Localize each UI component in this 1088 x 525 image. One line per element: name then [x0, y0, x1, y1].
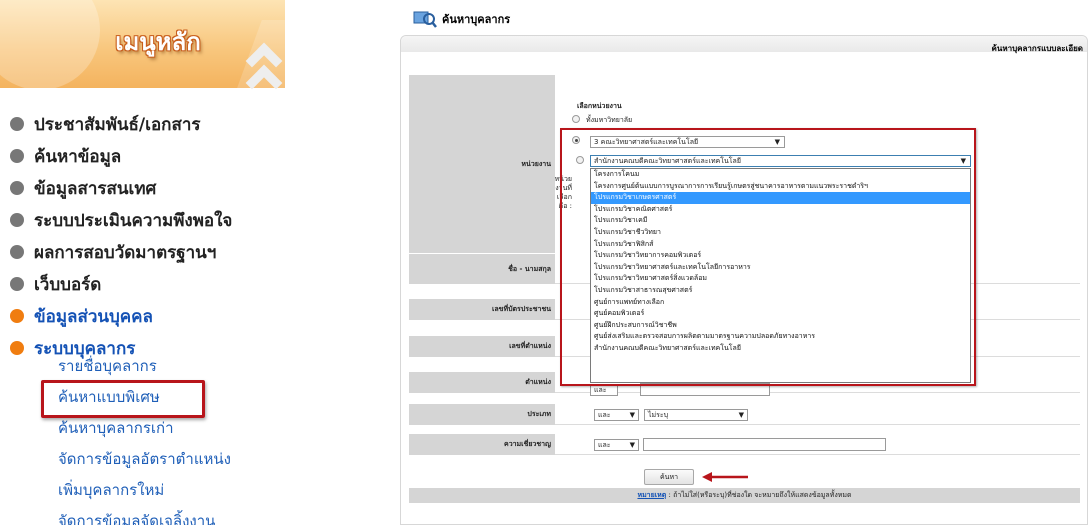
- citizen-id-label: เลขที่บัตรประชาชน: [409, 299, 555, 320]
- expertise-operator-select[interactable]: และ ▼: [594, 439, 639, 451]
- submenu-item-label: รายชื่อบุคลากร: [58, 356, 157, 375]
- expertise-input[interactable]: [643, 438, 886, 451]
- position-number-label: เลขที่ตำแหน่ง: [409, 336, 555, 357]
- menu-banner: เมนูหลัก: [0, 0, 285, 88]
- type-label: ประเภท: [409, 404, 555, 425]
- menu-item-webboard[interactable]: เว็บบอร์ด: [0, 268, 285, 300]
- annotation-arrow-icon: [702, 472, 748, 482]
- submenu-item-label: ค้นหาบุคลากรเก่า: [58, 418, 174, 437]
- menu-item-label: เว็บบอร์ด: [34, 274, 102, 295]
- menu-banner-title: เมนูหลัก: [115, 28, 201, 56]
- submenu-item-position-rates[interactable]: จัดการข้อมูลอัตราตำแหน่ง: [0, 443, 285, 474]
- bullet-icon: [10, 181, 24, 195]
- detailed-search-link[interactable]: ค้นหาบุคลากรแบบละเอียด: [992, 42, 1083, 55]
- radio-all-university[interactable]: [572, 115, 580, 123]
- annotation-highlight-box: [41, 380, 205, 418]
- menu-item-label: ผลการสอบวัดมาตรฐานฯ: [34, 242, 217, 263]
- menu-item-satisfaction[interactable]: ระบบประเมินความพึงพอใจ: [0, 204, 285, 236]
- page-header: ค้นหาบุคลากร: [412, 8, 510, 30]
- position-label: ตำแหน่ง: [409, 372, 555, 393]
- bullet-icon: [10, 117, 24, 131]
- type-operator-select[interactable]: และ ▼: [594, 409, 639, 421]
- personnel-submenu: รายชื่อบุคลากร ค้นหาแบบพิเศษ ค้นหาบุคลาก…: [0, 350, 285, 525]
- bullet-icon: [10, 149, 24, 163]
- sidebar: เมนูหลัก ประชาสัมพันธ์/เอกสาร ค้นหาข้อมู…: [0, 0, 285, 525]
- expertise-label: ความเชี่ยวชาญ: [409, 434, 555, 455]
- bullet-icon: [10, 309, 24, 323]
- chevron-down-icon: ▼: [738, 411, 744, 419]
- annotation-highlight-frame: [560, 128, 976, 386]
- note-text: : ถ้าไม่ใส่(หรือระบุ)ที่ช่องใด จะหมายถึง…: [666, 491, 852, 499]
- radio-all-university-label: ทั้งมหาวิทยาลัย: [586, 116, 633, 124]
- page-title: ค้นหาบุคลากร: [442, 13, 511, 26]
- menu-item-pr[interactable]: ประชาสัมพันธ์/เอกสาร: [0, 108, 285, 140]
- name-label: ชื่อ - นามสกุล: [409, 254, 555, 284]
- type-select[interactable]: ไม่ระบุ ▼: [644, 409, 748, 421]
- chevron-down-icon: ▼: [629, 411, 635, 419]
- menu-item-label: ประชาสัมพันธ์/เอกสาร: [34, 114, 201, 135]
- menu-item-standard-test[interactable]: ผลการสอบวัดมาตรฐานฯ: [0, 236, 285, 268]
- bullet-icon: [10, 213, 24, 227]
- menu-item-info[interactable]: ข้อมูลสารสนเทศ: [0, 172, 285, 204]
- note-key: หมายเหตุ: [637, 491, 667, 499]
- menu-item-label: ระบบประเมินความพึงพอใจ: [34, 210, 233, 231]
- submenu-item-label: จัดการข้อมูลจัดเจลิ้งงาน: [58, 511, 216, 525]
- main-menu: ประชาสัมพันธ์/เอกสาร ค้นหาข้อมูล ข้อมูลส…: [0, 108, 285, 364]
- bullet-icon: [10, 245, 24, 259]
- submenu-item-label: จัดการข้อมูลอัตราตำแหน่ง: [58, 449, 231, 468]
- menu-item-search[interactable]: ค้นหาข้อมูล: [0, 140, 285, 172]
- search-button[interactable]: ค้นหา: [644, 469, 694, 485]
- submenu-item-partial[interactable]: จัดการข้อมูลจัดเจลิ้งงาน: [0, 505, 285, 525]
- bullet-icon: [10, 277, 24, 291]
- submenu-item-label: เพิ่มบุคลากรใหม่: [58, 480, 165, 499]
- chevron-down-icon: ▼: [629, 441, 635, 449]
- submenu-item-personnel-list[interactable]: รายชื่อบุคลากร: [0, 350, 285, 381]
- submenu-item-add-personnel[interactable]: เพิ่มบุคลากรใหม่: [0, 474, 285, 505]
- menu-item-label: ข้อมูลส่วนบุคคล: [34, 306, 153, 327]
- menu-item-label: ค้นหาข้อมูล: [34, 146, 122, 167]
- unit-heading: เลือกหน่วยงาน: [577, 102, 622, 110]
- unit-label: หน่วยงาน: [409, 75, 555, 253]
- note-bar: หมายเหตุ : ถ้าไม่ใส่(หรือระบุ)ที่ช่องใด …: [409, 488, 1080, 503]
- menu-item-label: ข้อมูลสารสนเทศ: [34, 178, 157, 199]
- menu-item-personal[interactable]: ข้อมูลส่วนบุคคล: [0, 300, 285, 332]
- search-people-icon: [412, 9, 438, 29]
